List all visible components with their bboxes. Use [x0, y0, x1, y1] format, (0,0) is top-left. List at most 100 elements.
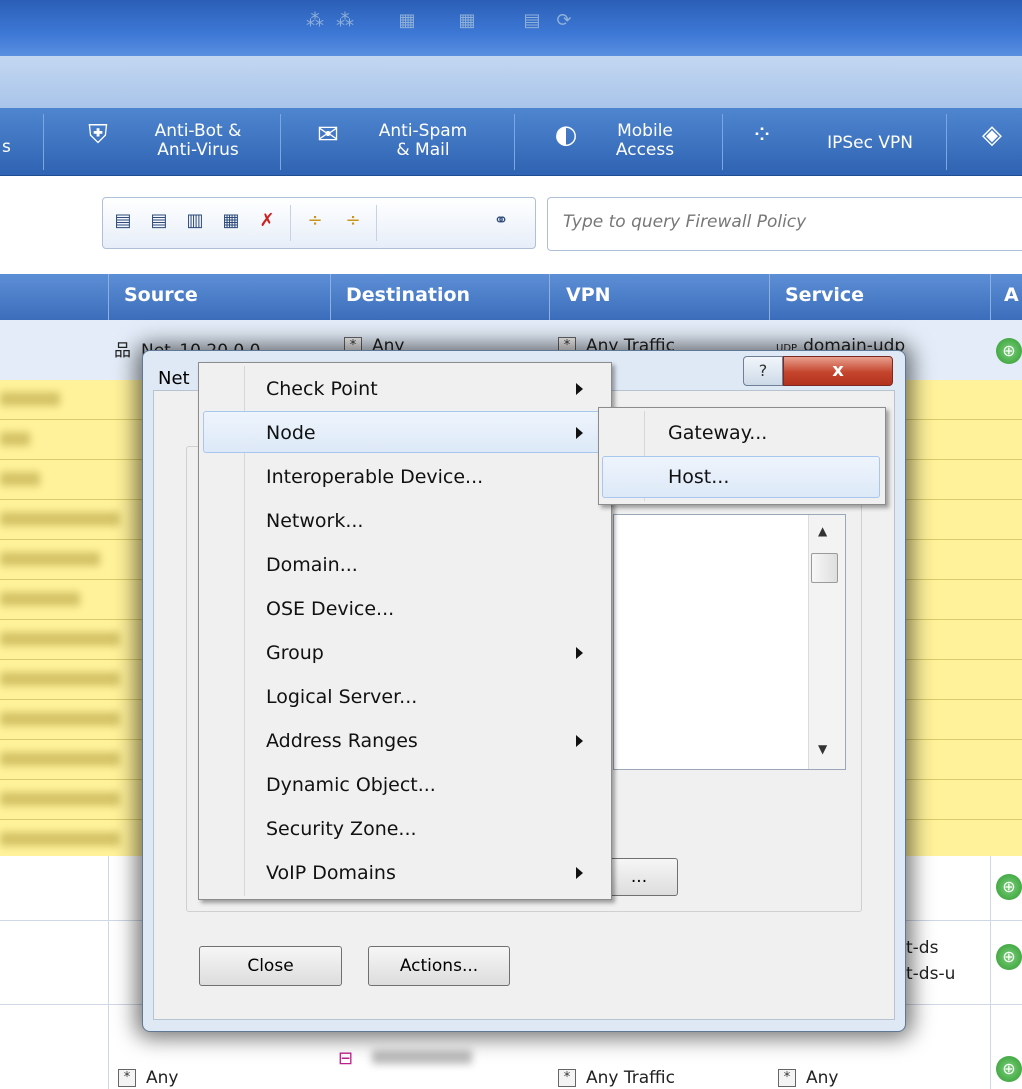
ribbon-tab-label: IPSec VPN	[827, 133, 913, 153]
close-window-button[interactable]: x	[783, 356, 893, 386]
menu-item-security-zone[interactable]: Security Zone...	[266, 818, 417, 862]
menu-item-ose-device[interactable]: OSE Device...	[266, 598, 394, 642]
ribbon-tab-anti-bot[interactable]: ⛨ Anti-Bot & Anti-Virus	[58, 110, 280, 174]
menu-item-highlight	[203, 411, 607, 453]
toolbar-icon-5[interactable]: ▤	[520, 10, 544, 32]
add-section-icon[interactable]: ▥	[182, 210, 208, 236]
scroll-thumb[interactable]	[811, 553, 838, 583]
mail-icon: ✉	[317, 120, 339, 150]
any-icon: *	[558, 1069, 576, 1087]
toolbar-icon-2[interactable]: ⁂	[333, 10, 357, 32]
column-divider	[769, 274, 770, 320]
ribbon-tab-ipsec-vpn[interactable]: ⁘ IPSec VPN	[724, 110, 944, 174]
toolbar-icon-1[interactable]: ⁂	[303, 10, 327, 32]
column-header-action[interactable]: A	[1004, 284, 1019, 306]
binoculars-icon[interactable]: ⚭	[488, 210, 514, 236]
add-rule-above-icon[interactable]: ▤	[110, 210, 136, 236]
menu-item-group[interactable]: Group	[266, 642, 324, 686]
menu-item-network[interactable]: Network...	[266, 510, 363, 554]
ribbon-tab-anti-spam[interactable]: ✉ Anti-Spam & Mail	[282, 110, 514, 174]
host-icon: ⊟	[338, 1048, 354, 1069]
accept-icon: ⊕	[996, 874, 1022, 900]
dialog-close-button[interactable]: Close	[199, 946, 342, 986]
toolbar-icon-4[interactable]: ▦	[455, 10, 479, 32]
submenu-arrow-icon	[576, 383, 583, 395]
column-header-vpn[interactable]: VPN	[566, 284, 611, 306]
dialog-actions-button[interactable]: Actions...	[368, 946, 510, 986]
column-header-destination[interactable]: Destination	[346, 284, 470, 306]
service-cell-partial[interactable]: t-ds-u	[906, 964, 955, 984]
dialog-title: Net	[158, 368, 190, 389]
blurred-text	[0, 672, 120, 686]
add-rule-below-icon[interactable]: ▤	[146, 210, 172, 236]
blurred-text	[0, 552, 100, 566]
accept-icon: ⊕	[996, 1056, 1022, 1082]
menu-item-dynamic-object[interactable]: Dynamic Object...	[266, 774, 436, 818]
menu-item-domain[interactable]: Domain...	[266, 554, 358, 598]
blurred-text	[0, 712, 120, 726]
service-cell-partial[interactable]: t-ds	[906, 938, 938, 958]
menu-item-node[interactable]: Node	[266, 422, 316, 466]
blurred-text	[0, 792, 120, 806]
menu-item-host[interactable]: Host...	[668, 466, 729, 510]
blurred-text	[0, 832, 120, 846]
menu-item-logical-server[interactable]: Logical Server...	[266, 686, 417, 730]
scroll-up-icon[interactable]: ▲	[818, 524, 827, 538]
network-icon: 品	[114, 341, 131, 361]
source-cell[interactable]: * Any	[118, 1068, 178, 1088]
ribbon-tab-label: Anti-Bot & Anti-Virus	[154, 121, 242, 160]
satellite-icon: ◐	[554, 120, 578, 150]
toolbar-divider	[290, 205, 291, 241]
toolbar-divider	[376, 205, 377, 241]
column-divider	[330, 274, 331, 320]
submenu-arrow-icon	[576, 735, 583, 747]
menu-item-address-ranges[interactable]: Address Ranges	[266, 730, 418, 774]
expand-icon[interactable]: ÷	[340, 210, 366, 236]
column-header-source[interactable]: Source	[124, 284, 198, 306]
submenu-arrow-icon	[576, 427, 583, 439]
blurred-text	[0, 752, 120, 766]
menu-item-interoperable-device[interactable]: Interoperable Device...	[266, 466, 483, 510]
delete-rule-icon[interactable]: ✗	[254, 210, 280, 236]
any-icon: *	[118, 1069, 136, 1087]
blurred-text	[0, 432, 30, 446]
search-input[interactable]: Type to query Firewall Policy	[547, 197, 1022, 251]
accept-icon: ⊕	[996, 338, 1022, 364]
blurred-text	[372, 1050, 472, 1064]
ribbon-divider	[946, 114, 947, 170]
direction-icon[interactable]: ◈	[972, 120, 1012, 150]
ribbon-tab-partial[interactable]: s	[2, 138, 22, 157]
vpn-cell[interactable]: * Any Traffic	[558, 1068, 675, 1088]
column-divider	[990, 856, 991, 1089]
toolbar-icon-6[interactable]: ⟳	[552, 10, 576, 32]
help-button[interactable]: ?	[743, 356, 783, 386]
blurred-text	[0, 632, 120, 646]
blurred-text	[0, 592, 80, 606]
collapse-icon[interactable]: ÷	[302, 210, 328, 236]
blurred-text	[0, 512, 120, 526]
add-rule-bottom-icon[interactable]: ▦	[218, 210, 244, 236]
column-divider	[990, 274, 991, 320]
any-icon: *	[778, 1069, 796, 1087]
menu-item-voip-domains[interactable]: VoIP Domains	[266, 862, 396, 906]
blurred-text	[0, 392, 60, 406]
ribbon-divider	[43, 114, 44, 170]
quick-access-toolbar	[0, 56, 1022, 108]
menu-item-check-point[interactable]: Check Point	[266, 378, 378, 422]
ribbon-divider	[280, 114, 281, 170]
column-divider	[549, 274, 550, 320]
shield-icon: ⛨	[88, 120, 108, 150]
ribbon-tab-mobile-access[interactable]: ◐ Mobile Access	[516, 110, 720, 174]
column-divider	[108, 274, 109, 320]
accept-icon: ⊕	[996, 944, 1022, 970]
menu-item-gateway[interactable]: Gateway...	[668, 422, 767, 466]
window-title-bar	[0, 0, 1022, 56]
network-nodes-icon: ⁘	[751, 120, 773, 150]
scroll-down-icon[interactable]: ▼	[818, 742, 827, 756]
ribbon-tab-label: Anti-Spam & Mail	[378, 121, 468, 160]
ribbon-divider	[514, 114, 515, 170]
toolbar-icon-3[interactable]: ▦	[395, 10, 419, 32]
blurred-text	[0, 472, 40, 486]
service-cell[interactable]: * Any	[778, 1068, 838, 1088]
column-header-service[interactable]: Service	[785, 284, 864, 306]
